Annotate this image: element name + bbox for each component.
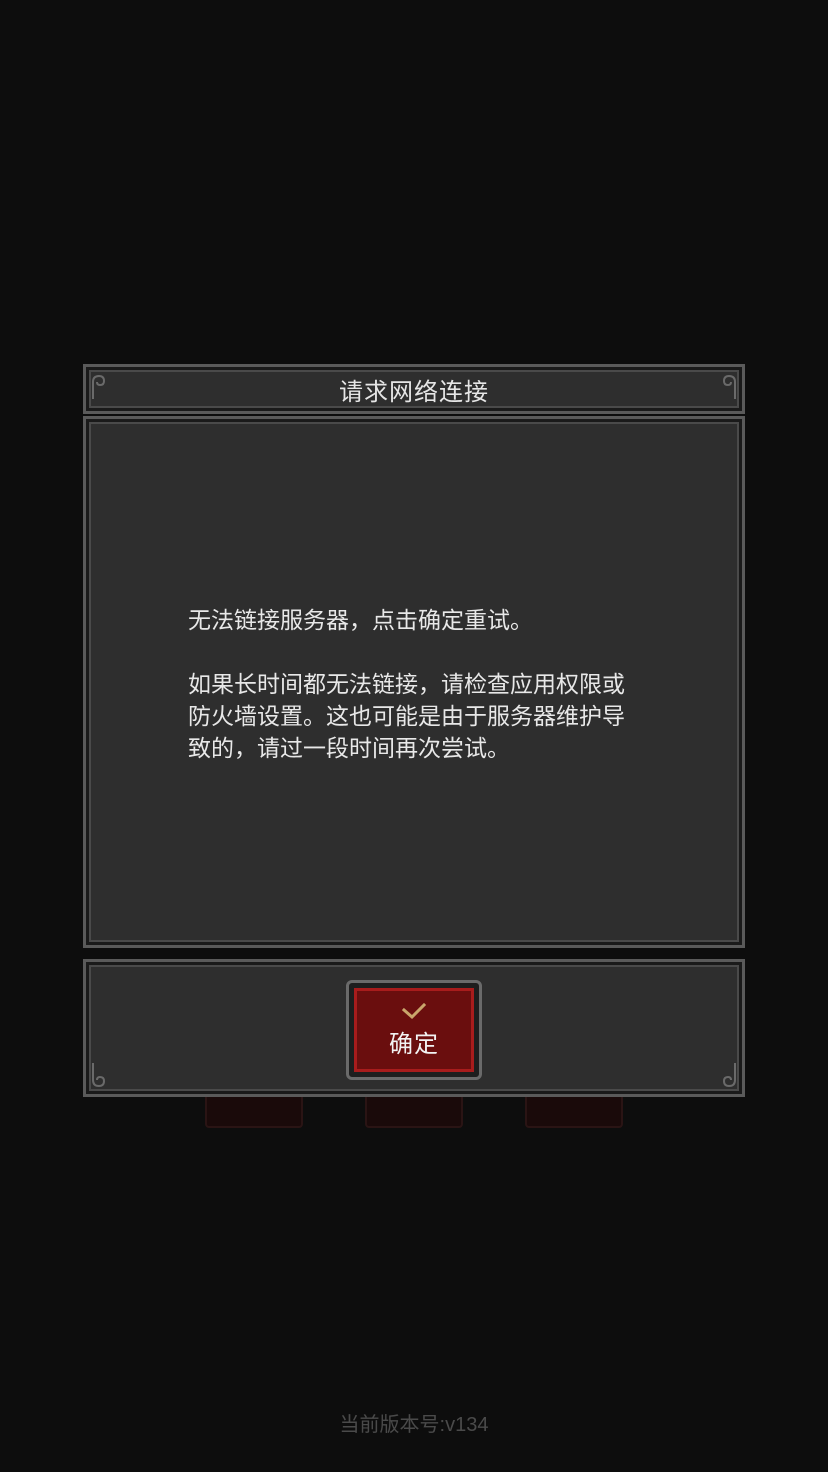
message-line: 致的，请过一段时间再次尝试。 bbox=[188, 736, 510, 762]
ornament-scroll-icon bbox=[90, 372, 114, 402]
confirm-button[interactable]: 确定 bbox=[346, 980, 482, 1080]
confirm-button-face[interactable]: 确定 bbox=[354, 988, 474, 1072]
ornament-scroll-icon bbox=[714, 1060, 738, 1090]
ornament-scroll-icon bbox=[90, 1060, 114, 1090]
message-line: 防火墙设置。这也可能是由于服务器维护导 bbox=[188, 704, 625, 730]
dialog-title: 请求网络连接 bbox=[339, 377, 489, 406]
version-label: 当前版本号:v134 bbox=[339, 1414, 489, 1436]
dialog-title-bar: 请求网络连接 bbox=[83, 364, 745, 414]
message-line: 无法链接服务器，点击确定重试。 bbox=[188, 608, 533, 634]
dialog-message: 无法链接服务器，点击确定重试。 如果长时间都无法链接，请检查应用权限或 防火墙设… bbox=[188, 605, 658, 765]
confirm-button-label: 确定 bbox=[389, 1029, 439, 1058]
dialog-body: 无法链接服务器，点击确定重试。 如果长时间都无法链接，请检查应用权限或 防火墙设… bbox=[83, 416, 745, 948]
game-screen: 请求网络连接 无法链接服务器，点击确定重试。 如果长时间都无法链接，请检查应用权… bbox=[0, 0, 828, 1472]
check-icon bbox=[401, 1002, 427, 1019]
message-line: 如果长时间都无法链接，请检查应用权限或 bbox=[188, 672, 625, 698]
ornament-scroll-icon bbox=[714, 372, 738, 402]
